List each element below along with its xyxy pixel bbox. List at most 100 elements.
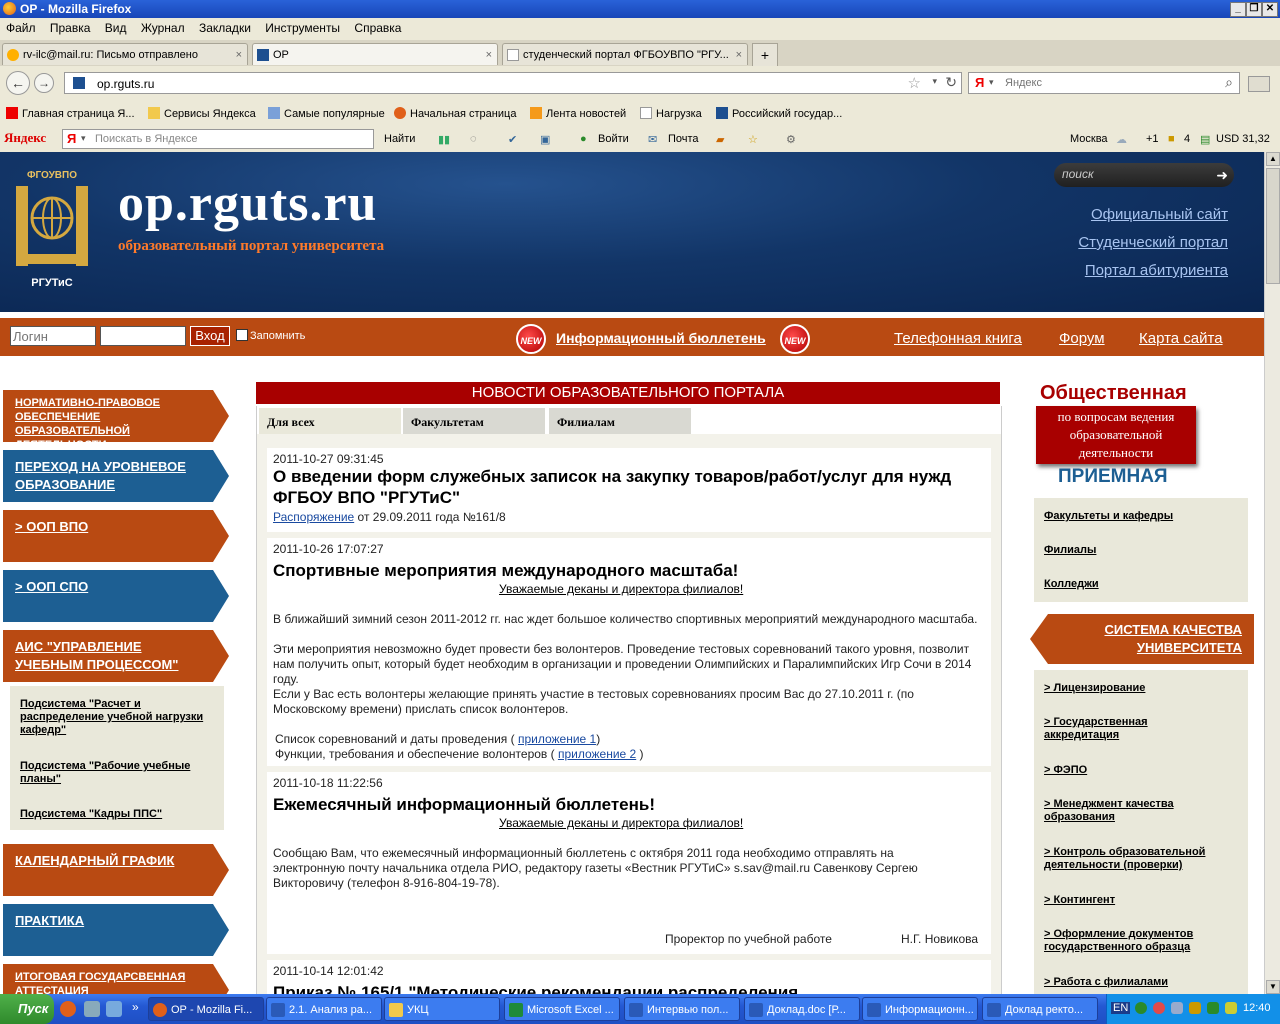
bookmarks-icon[interactable]: ▰ <box>716 133 724 146</box>
yandex-mail-button[interactable]: Почта <box>668 133 699 145</box>
bookmark-load[interactable]: Нагрузка <box>640 107 702 120</box>
minimize-button[interactable]: _ <box>1230 2 1246 17</box>
menu-edit[interactable]: Правка <box>44 18 96 35</box>
magnifier-icon[interactable]: ⌕ <box>1225 74 1233 91</box>
branch-work-link[interactable]: > Работа с филиалами <box>1044 976 1240 989</box>
yandex-login-button[interactable]: Войти <box>598 133 629 145</box>
password-input[interactable] <box>100 326 186 346</box>
task-ukc-folder[interactable]: УКЦ <box>384 997 500 1021</box>
chart-icon[interactable]: ▮▮ <box>438 133 450 146</box>
remember-checkbox[interactable]: Запомнить <box>236 329 305 342</box>
left-menu-final-attestation[interactable]: ИТОГОВАЯ ГОСУДАРСВЕННАЯ АТТЕСТАЦИЯ <box>3 964 229 994</box>
left-menu-oop-spo[interactable]: > ООП СПО <box>3 570 229 622</box>
tab-mail[interactable]: rv-ilc@mail.ru: Письмо отправлено × <box>2 43 248 65</box>
new-tab-button[interactable]: + <box>752 43 778 67</box>
news-title[interactable]: Ежемесячный информационный бюллетень! <box>273 794 655 815</box>
tab-close-icon[interactable]: × <box>486 44 492 65</box>
star-icon[interactable]: ☆ <box>908 74 921 92</box>
control-link[interactable]: > Контроль образовательной деятельности … <box>1044 846 1240 872</box>
translate-icon[interactable]: ▣ <box>540 133 550 146</box>
search-input[interactable] <box>1003 76 1207 90</box>
menu-file[interactable]: Файл <box>0 18 41 35</box>
maximize-button[interactable]: ❐ <box>1246 2 1262 17</box>
menu-history[interactable]: Журнал <box>135 18 190 35</box>
contingent-link[interactable]: > Контингент <box>1044 894 1234 907</box>
tray-icon[interactable] <box>1189 1002 1201 1014</box>
tab-close-icon[interactable]: × <box>236 44 242 65</box>
task-word-report[interactable]: Доклад.doc [Р... <box>744 997 860 1021</box>
student-portal-link[interactable]: Студенческий портал <box>1078 234 1228 251</box>
dropdown-icon[interactable]: ▾ <box>989 77 994 88</box>
forward-button[interactable]: → <box>34 73 54 93</box>
tab-op[interactable]: ОР × <box>252 43 498 65</box>
university-logo[interactable]: ФГОУВПО РГУТиС <box>14 166 90 290</box>
reload-icon[interactable]: ↻ <box>945 74 957 91</box>
sitemap-link[interactable]: Карта сайта <box>1139 330 1223 347</box>
subsystem-plans-link[interactable]: Подсистема "Рабочие учебные планы" <box>20 760 216 786</box>
bookmark-start-page[interactable]: Начальная страница <box>394 107 516 120</box>
language-indicator[interactable]: EN <box>1111 1002 1131 1014</box>
subsystem-staff-link[interactable]: Подсистема "Кадры ППС" <box>20 808 216 821</box>
subsystem-load-link[interactable]: Подсистема "Расчет и распределение учебн… <box>20 698 216 737</box>
phone-book-link[interactable]: Телефонная книга <box>894 330 1022 347</box>
colleges-link[interactable]: Колледжи <box>1044 578 1099 591</box>
page-scrollbar[interactable]: ▲ ▼ <box>1264 152 1280 994</box>
url-input[interactable] <box>95 76 899 92</box>
dropdown-icon[interactable]: ▾ <box>932 76 937 87</box>
public-reception-title[interactable]: Общественная <box>1040 382 1187 405</box>
ie-quicklaunch-icon[interactable] <box>106 1001 122 1017</box>
news-tab-branches[interactable]: Филиалам <box>549 408 691 434</box>
tray-icon[interactable] <box>1225 1002 1237 1014</box>
yandex-find-button[interactable]: Найти <box>384 133 415 145</box>
task-firefox[interactable]: ОР - Mozilla Fi... <box>148 997 264 1021</box>
settings-gear-icon[interactable]: ⚙ <box>786 133 796 146</box>
documents-link[interactable]: > Оформление документов государственного… <box>1044 928 1240 954</box>
accreditation-link[interactable]: > Государственная аккредитация <box>1044 716 1194 742</box>
attachment-1-link[interactable]: приложение 1 <box>518 732 596 746</box>
yandex-search-box[interactable]: Я ▾ Поискать в Яндексе <box>62 129 374 149</box>
public-reception-box[interactable]: по вопросам ведения образовательной деят… <box>1036 406 1196 464</box>
tray-icon[interactable] <box>1171 1002 1183 1014</box>
task-word-rector[interactable]: Доклад ректо... <box>982 997 1098 1021</box>
site-title[interactable]: op.rguts.ru <box>118 174 377 233</box>
login-button[interactable]: Вход <box>190 326 230 346</box>
attachment-2-link[interactable]: приложение 2 <box>558 747 636 761</box>
firefox-quicklaunch-icon[interactable] <box>60 1001 76 1017</box>
web-icon[interactable]: ✔ <box>508 133 517 146</box>
bookmark-yandex-home[interactable]: Главная страница Я... <box>6 107 135 120</box>
tray-icon[interactable] <box>1153 1002 1165 1014</box>
weather-city[interactable]: Москва <box>1070 133 1108 145</box>
applicant-portal-link[interactable]: Портал абитуриента <box>1085 262 1228 279</box>
task-word-info[interactable]: Информационн... <box>862 997 978 1021</box>
bookmark-yandex-services[interactable]: Сервисы Яндекса <box>148 107 256 120</box>
menu-tools[interactable]: Инструменты <box>259 18 345 35</box>
close-window-button[interactable]: ✕ <box>1262 2 1278 17</box>
news-tab-faculties[interactable]: Факультетам <box>403 408 545 434</box>
login-input[interactable] <box>10 326 96 346</box>
left-menu-oop-vpo[interactable]: > ООП ВПО <box>3 510 229 562</box>
left-menu-calendar[interactable]: КАЛЕНДАРНЫЙ ГРАФИК <box>3 844 229 896</box>
task-excel[interactable]: Microsoft Excel ... <box>504 997 620 1021</box>
search-bar[interactable]: Я ▾ ⌕ <box>968 72 1240 94</box>
official-site-link[interactable]: Официальный сайт <box>1091 206 1228 223</box>
checkbox-box[interactable] <box>236 329 248 341</box>
left-menu-regulatory[interactable]: НОРМАТИВНО-ПРАВОВОЕ ОБЕСПЕЧЕНИЕ ОБРАЗОВА… <box>3 390 229 451</box>
bulletin-link[interactable]: Информационный бюллетень <box>556 330 766 346</box>
news-title[interactable]: О введении форм служебных записок на зак… <box>273 466 973 508</box>
public-reception-subtitle[interactable]: ПРИЕМНАЯ <box>1058 466 1168 488</box>
news-tab-all[interactable]: Для всех <box>259 408 401 434</box>
url-bar[interactable]: ☆ ▾ ↻ <box>64 72 962 94</box>
back-button[interactable]: ← <box>6 71 30 95</box>
tab-student-portal[interactable]: студенческий портал ФГБОУВПО "РГУ... × <box>502 43 748 65</box>
start-button[interactable]: Пуск <box>0 994 54 1024</box>
search-arrow-icon[interactable]: ➜ <box>1216 167 1228 184</box>
favorites-star-icon[interactable]: ☆ <box>748 133 758 146</box>
more-chevron-icon[interactable]: » <box>132 1000 139 1014</box>
bookmark-russian-state[interactable]: Российский государ... <box>716 107 842 120</box>
menu-help[interactable]: Справка <box>348 18 406 35</box>
scroll-up-icon[interactable]: ▲ <box>1266 152 1280 166</box>
chat-bubble-icon[interactable]: ◌ <box>470 133 477 145</box>
tray-icon[interactable] <box>1207 1002 1219 1014</box>
faculties-link[interactable]: Факультеты и кафедры <box>1044 510 1173 523</box>
branches-link[interactable]: Филиалы <box>1044 544 1096 557</box>
